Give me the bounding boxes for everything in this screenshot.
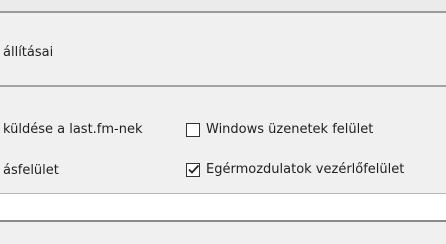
field-border-bottom (0, 220, 446, 222)
windows-notifications-option[interactable]: Windows üzenetek felület (186, 122, 373, 137)
mouse-gestures-checkbox[interactable] (186, 162, 200, 177)
mouse-gestures-label: Egérmozdulatok vezérlőfelület (206, 162, 405, 177)
mouse-gestures-option[interactable]: Egérmozdulatok vezérlőfelület (186, 162, 404, 177)
section-separator (0, 85, 446, 87)
top-divider (0, 11, 446, 13)
text-field[interactable] (0, 194, 446, 220)
window-top-strip (0, 0, 446, 11)
section-title: állításai (3, 45, 54, 60)
windows-notifications-checkbox[interactable] (186, 122, 200, 137)
windows-notifications-label: Windows üzenetek felület (206, 122, 374, 137)
check-icon (188, 164, 200, 174)
option-lastfm-label[interactable]: küldése a last.fm-nek (3, 122, 143, 137)
option-interface-label[interactable]: ásfelület (3, 163, 59, 178)
